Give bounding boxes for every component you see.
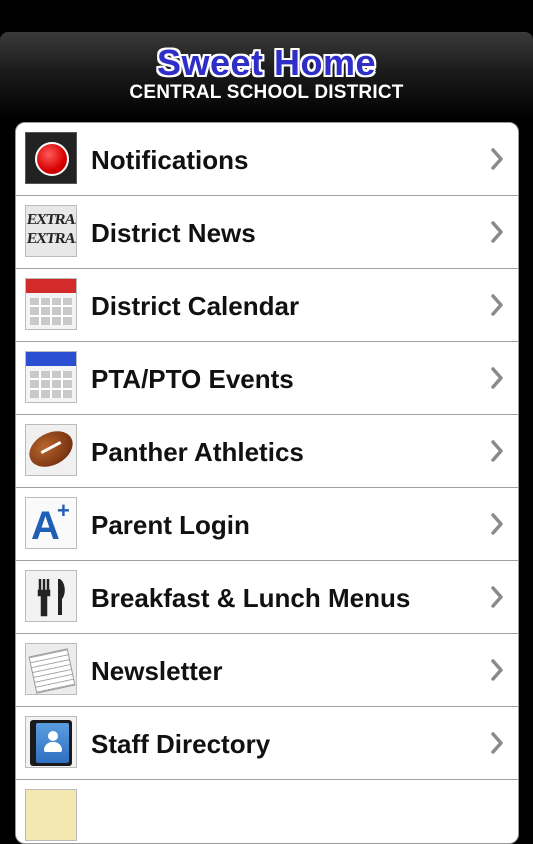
menu-item-breakfast-lunch-menus[interactable]: Breakfast & Lunch Menus bbox=[16, 561, 518, 634]
menu-item-panther-athletics[interactable]: Panther Athletics bbox=[16, 415, 518, 488]
newsletter-icon bbox=[25, 643, 77, 695]
grade-a-plus-icon: A + bbox=[25, 497, 77, 549]
menu-item-label: Notifications bbox=[91, 145, 249, 175]
menu-item-staff-directory[interactable]: Staff Directory bbox=[16, 707, 518, 780]
menu-item-district-news[interactable]: EXTRA! EXTRA! District News bbox=[16, 196, 518, 269]
menu-item-pta-pto-events[interactable]: PTA/PTO Events bbox=[16, 342, 518, 415]
calendar-icon bbox=[25, 351, 77, 403]
chevron-right-icon bbox=[491, 294, 503, 316]
menu-item-label: PTA/PTO Events bbox=[91, 364, 294, 394]
fork-knife-icon bbox=[25, 570, 77, 622]
menu-item-label: District News bbox=[91, 218, 256, 248]
menu-item-district-calendar[interactable]: District Calendar bbox=[16, 269, 518, 342]
football-icon bbox=[25, 424, 77, 476]
menu-item-label: Parent Login bbox=[91, 510, 250, 540]
menu-item-label: District Calendar bbox=[91, 291, 300, 321]
app-header: Sweet Home CENTRAL SCHOOL DISTRICT bbox=[0, 32, 533, 120]
menu-item-label: Staff Directory bbox=[91, 729, 271, 759]
menu-item-parent-login[interactable]: A + Parent Login bbox=[16, 488, 518, 561]
chevron-right-icon bbox=[491, 221, 503, 243]
menu-item-partial[interactable] bbox=[16, 780, 518, 843]
chevron-right-icon bbox=[491, 732, 503, 754]
chevron-right-icon bbox=[491, 440, 503, 462]
newspaper-extra-icon: EXTRA! EXTRA! bbox=[25, 205, 77, 257]
status-bar bbox=[0, 0, 533, 30]
menu-list: Notifications EXTRA! EXTRA! District New… bbox=[15, 122, 519, 844]
chevron-right-icon bbox=[491, 513, 503, 535]
app-subtitle: CENTRAL SCHOOL DISTRICT bbox=[129, 82, 404, 103]
folder-icon bbox=[25, 789, 77, 841]
calendar-icon bbox=[25, 278, 77, 330]
menu-item-newsletter[interactable]: Newsletter bbox=[16, 634, 518, 707]
chevron-right-icon bbox=[491, 586, 503, 608]
contacts-book-icon bbox=[25, 716, 77, 768]
menu-item-label: Breakfast & Lunch Menus bbox=[91, 583, 411, 613]
menu-item-label: Newsletter bbox=[91, 656, 223, 686]
app-title: Sweet Home bbox=[156, 42, 377, 83]
notification-icon bbox=[25, 132, 77, 184]
chevron-right-icon bbox=[491, 659, 503, 681]
menu-item-label: Panther Athletics bbox=[91, 437, 304, 467]
menu-item-notifications[interactable]: Notifications bbox=[16, 123, 518, 196]
chevron-right-icon bbox=[491, 367, 503, 389]
chevron-right-icon bbox=[491, 148, 503, 170]
